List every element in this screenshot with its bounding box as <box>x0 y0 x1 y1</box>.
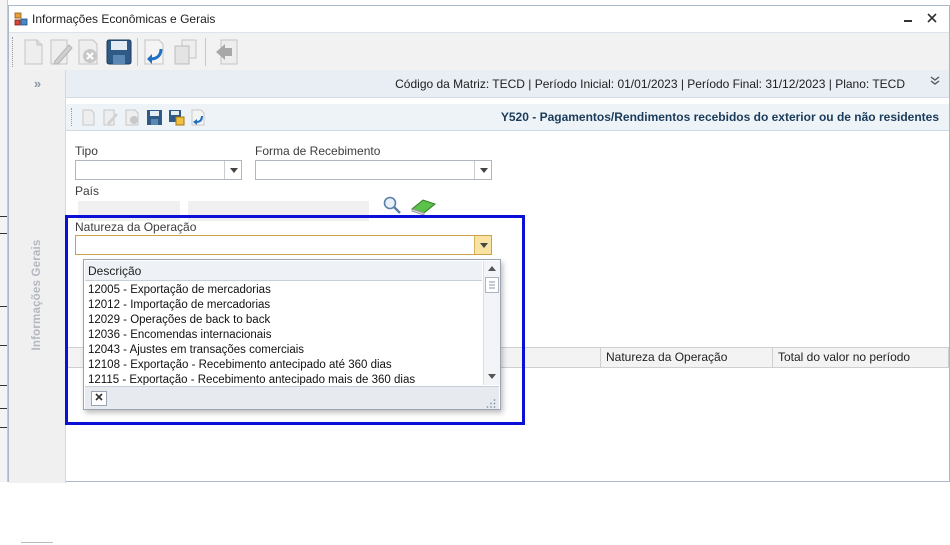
undo-button[interactable] <box>141 37 169 67</box>
tipo-label: Tipo <box>75 144 98 158</box>
copy-icon <box>174 39 197 65</box>
delete-icon <box>125 109 139 126</box>
side-panel-tab[interactable]: Informações Gerais <box>27 235 47 355</box>
app-icon <box>14 12 28 26</box>
sub-edit-button[interactable] <box>102 109 119 126</box>
close-icon <box>927 13 937 23</box>
expand-panel-icon[interactable]: » <box>9 76 66 91</box>
column-header-natureza[interactable]: Natureza da Operação <box>600 348 772 367</box>
sub-save-button[interactable] <box>146 109 163 126</box>
dropdown-arrow-icon[interactable] <box>474 161 491 179</box>
forma-recebimento-combo[interactable] <box>255 160 492 180</box>
pais-label: País <box>75 184 100 198</box>
save-icon <box>106 39 132 65</box>
background-mark <box>0 216 7 217</box>
background-mark <box>0 385 7 386</box>
clear-pais-button[interactable] <box>409 196 437 216</box>
background-mark <box>0 427 7 428</box>
minimize-button[interactable] <box>897 10 919 28</box>
main-toolbar <box>9 32 949 70</box>
subform-title: Y520 - Pagamentos/Rendimentos recebidos … <box>500 110 939 124</box>
sub-save-close-button[interactable] <box>168 109 185 126</box>
exit-icon <box>216 39 238 65</box>
info-bar: Código da Matriz: TECD | Período Inicial… <box>66 70 949 98</box>
new-icon <box>24 39 43 65</box>
close-button[interactable] <box>921 10 943 28</box>
background-mark <box>0 233 7 234</box>
save-button[interactable] <box>105 37 133 67</box>
toolbar-separator <box>137 38 138 66</box>
new-icon <box>82 109 95 126</box>
window-title: Informações Econômicas e Gerais <box>32 12 216 26</box>
eraser-icon <box>410 199 437 216</box>
sub-undo-button[interactable] <box>190 109 207 126</box>
background-window-strip <box>0 0 8 482</box>
dropdown-arrow-icon[interactable] <box>224 161 241 179</box>
chevron-down-icon <box>930 76 940 85</box>
forma-recebimento-label: Forma de Recebimento <box>255 144 381 158</box>
collapse-chevron-icon[interactable] <box>927 75 943 91</box>
save-icon <box>147 110 162 125</box>
background-mark <box>0 306 7 307</box>
sub-delete-button[interactable] <box>124 109 141 126</box>
edit-icon <box>50 39 73 65</box>
highlight-box <box>65 215 525 425</box>
side-panel-label: Informações Gerais <box>31 239 43 351</box>
edit-button[interactable] <box>47 37 75 67</box>
undo-icon <box>144 39 164 65</box>
save-close-icon <box>169 110 185 126</box>
exit-button[interactable] <box>213 37 241 67</box>
search-pais-button[interactable] <box>382 195 402 215</box>
toolbar-grip[interactable] <box>12 37 15 67</box>
background-mark <box>0 345 7 346</box>
subform-toolbar: Y520 - Pagamentos/Rendimentos recebidos … <box>66 104 949 131</box>
info-bar-text: Código da Matriz: TECD | Período Inicial… <box>395 77 905 91</box>
copy-button[interactable] <box>171 37 199 67</box>
edit-icon <box>103 109 118 126</box>
column-header-total[interactable]: Total do valor no período <box>772 348 949 367</box>
tipo-combo[interactable] <box>75 160 242 180</box>
search-icon <box>383 196 401 214</box>
title-bar: Informações Econômicas e Gerais <box>9 6 949 32</box>
toolbar-separator <box>205 38 206 66</box>
minimize-icon <box>904 20 912 22</box>
delete-button[interactable] <box>75 37 103 67</box>
sub-new-button[interactable] <box>80 109 97 126</box>
background-mark <box>0 408 7 409</box>
toolbar-grip[interactable] <box>71 108 73 126</box>
undo-icon <box>191 109 205 126</box>
new-button[interactable] <box>19 37 47 67</box>
delete-icon <box>78 39 98 65</box>
side-panel: » Informações Gerais <box>9 70 66 543</box>
